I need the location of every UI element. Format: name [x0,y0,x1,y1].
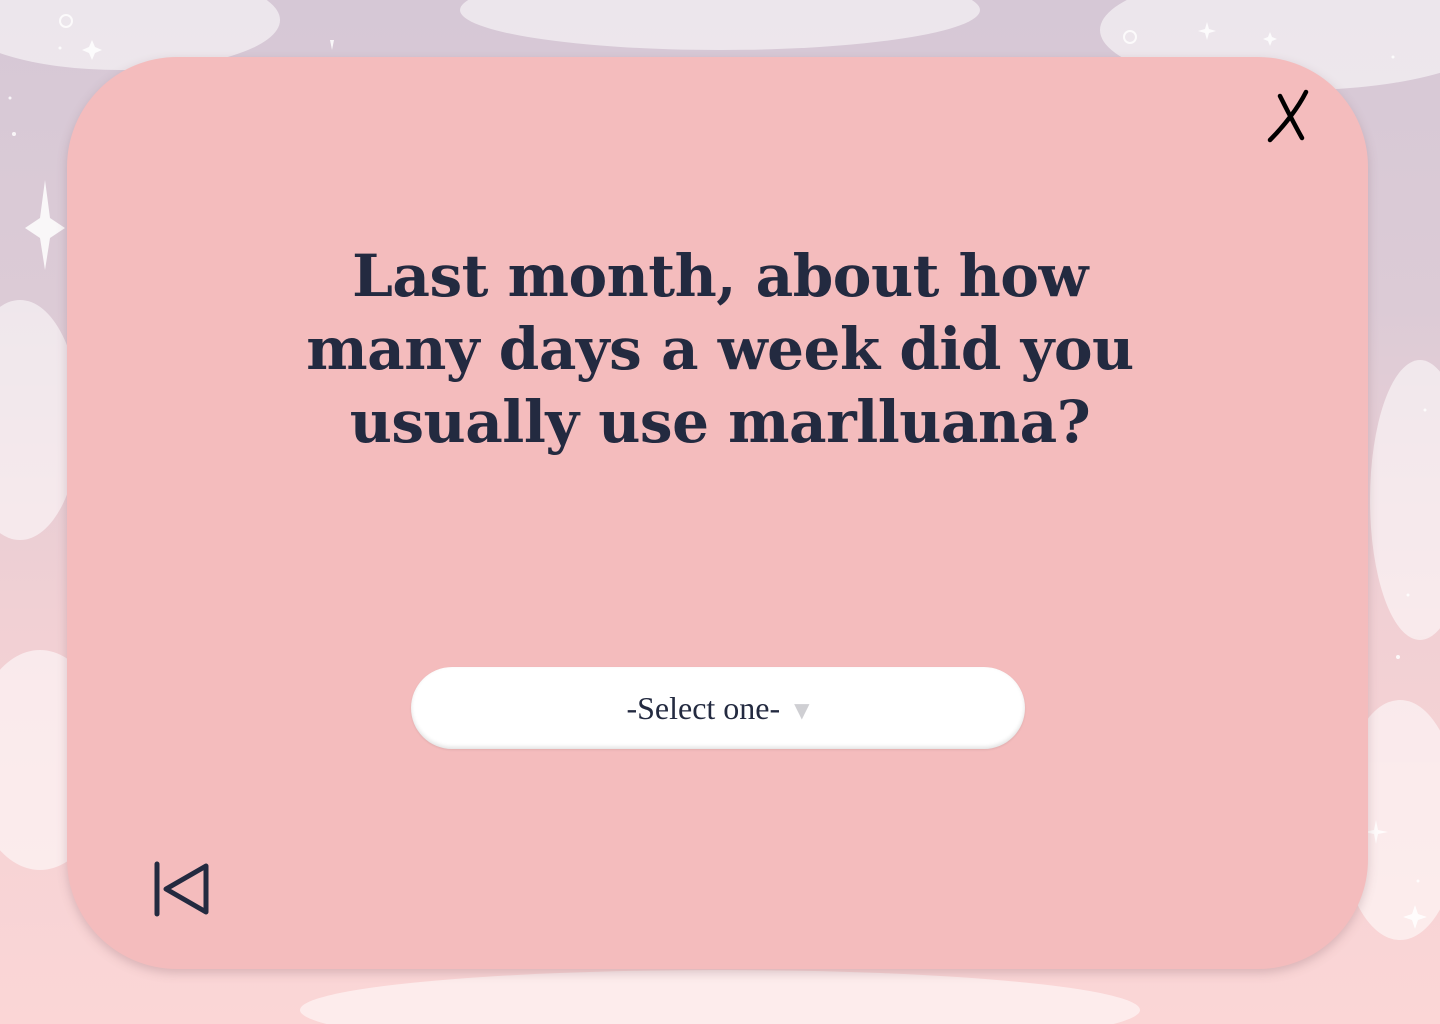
question-card [67,57,1368,969]
question-text: Last month, about how many days a week d… [306,242,1134,456]
skip-back-icon [154,861,209,917]
close-icon [1267,89,1309,143]
back-button[interactable] [150,858,214,922]
close-button[interactable] [1262,86,1324,148]
answer-dropdown[interactable]: -Select one- ▼ [411,667,1025,749]
dropdown-selected-value: -Select one- [626,689,781,726]
chevron-down-icon: ▼ [794,698,810,722]
